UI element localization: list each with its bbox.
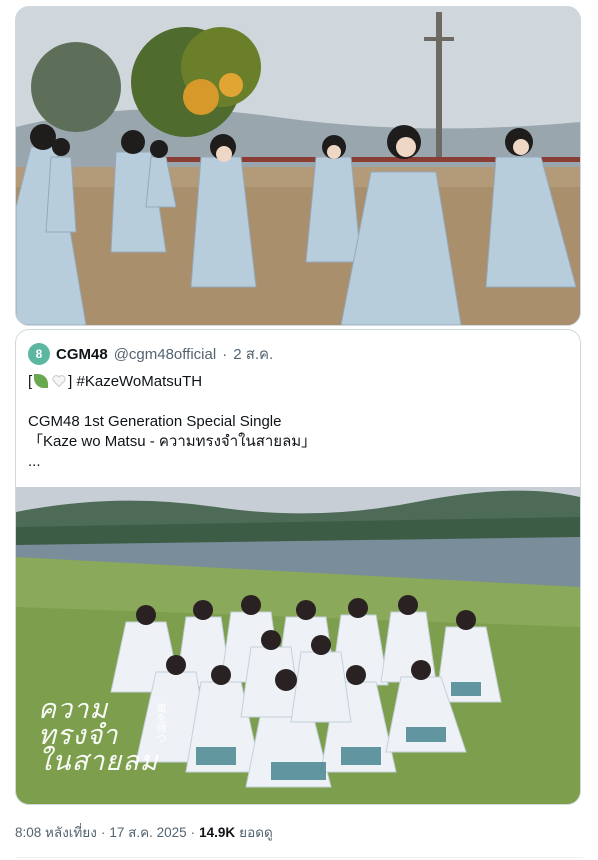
- quoted-tweet-ellipsis: ...: [28, 453, 41, 470]
- tweet-time[interactable]: 8:08 หลังเที่ยง: [15, 821, 97, 843]
- quoted-tweet-line-1: [] #KazeWoMatsuTH: [28, 372, 568, 392]
- quoted-tweet-line-3: CGM48 1st Generation Special Single: [28, 413, 282, 430]
- song-title-logo: ความ ทรงจำ ในสายลม 風を待つ: [38, 696, 165, 777]
- hashtag-link[interactable]: #KazeWoMatsuTH: [77, 373, 203, 390]
- white-heart-emoji-icon: [52, 375, 66, 388]
- header-separator: ·: [222, 345, 228, 363]
- bracket-open: [: [28, 373, 33, 390]
- divider: [15, 857, 583, 858]
- tweet-date[interactable]: 17 ส.ค. 2025: [109, 821, 186, 843]
- view-count-label: ยอดดู: [239, 825, 273, 840]
- meta-separator: ·: [100, 824, 106, 840]
- quoted-tweet-text: [] #KazeWoMatsuTH CGM48 1st Generation S…: [28, 372, 568, 472]
- quoted-tweet-card[interactable]: 8 CGM48 @cgm48official · 2 ส.ค. [] #Kaze…: [15, 329, 581, 805]
- leaf-emoji-icon: [34, 374, 49, 388]
- tweet-media-image[interactable]: [15, 6, 581, 326]
- quoted-tweet-date[interactable]: 2 ส.ค.: [233, 342, 273, 366]
- quoted-tweet-header: 8 CGM48 @cgm48official · 2 ส.ค.: [28, 342, 273, 366]
- tweet-metadata: 8:08 หลังเที่ยง · 17 ส.ค. 2025 · 14.9K ย…: [15, 822, 273, 842]
- cgm48-avatar-icon[interactable]: 8: [28, 343, 50, 365]
- dance-scene-illustration: [16, 7, 580, 325]
- quoted-tweet-image[interactable]: ความ ทรงจำ ในสายลม 風を待つ: [16, 487, 580, 804]
- bracket-close: ]: [68, 373, 73, 390]
- meta-separator-2: ·: [190, 824, 196, 840]
- quoted-author-name[interactable]: CGM48: [56, 346, 108, 363]
- logo-japanese-title: 風を待つ: [154, 703, 165, 743]
- quoted-author-handle[interactable]: @cgm48official: [114, 346, 217, 363]
- logo-line-3: ในสายลม: [38, 746, 159, 777]
- quoted-tweet-line-4: 「Kaze wo Matsu - ความทรงจำในสายลม」: [28, 433, 317, 450]
- view-count: 14.9K: [199, 824, 236, 840]
